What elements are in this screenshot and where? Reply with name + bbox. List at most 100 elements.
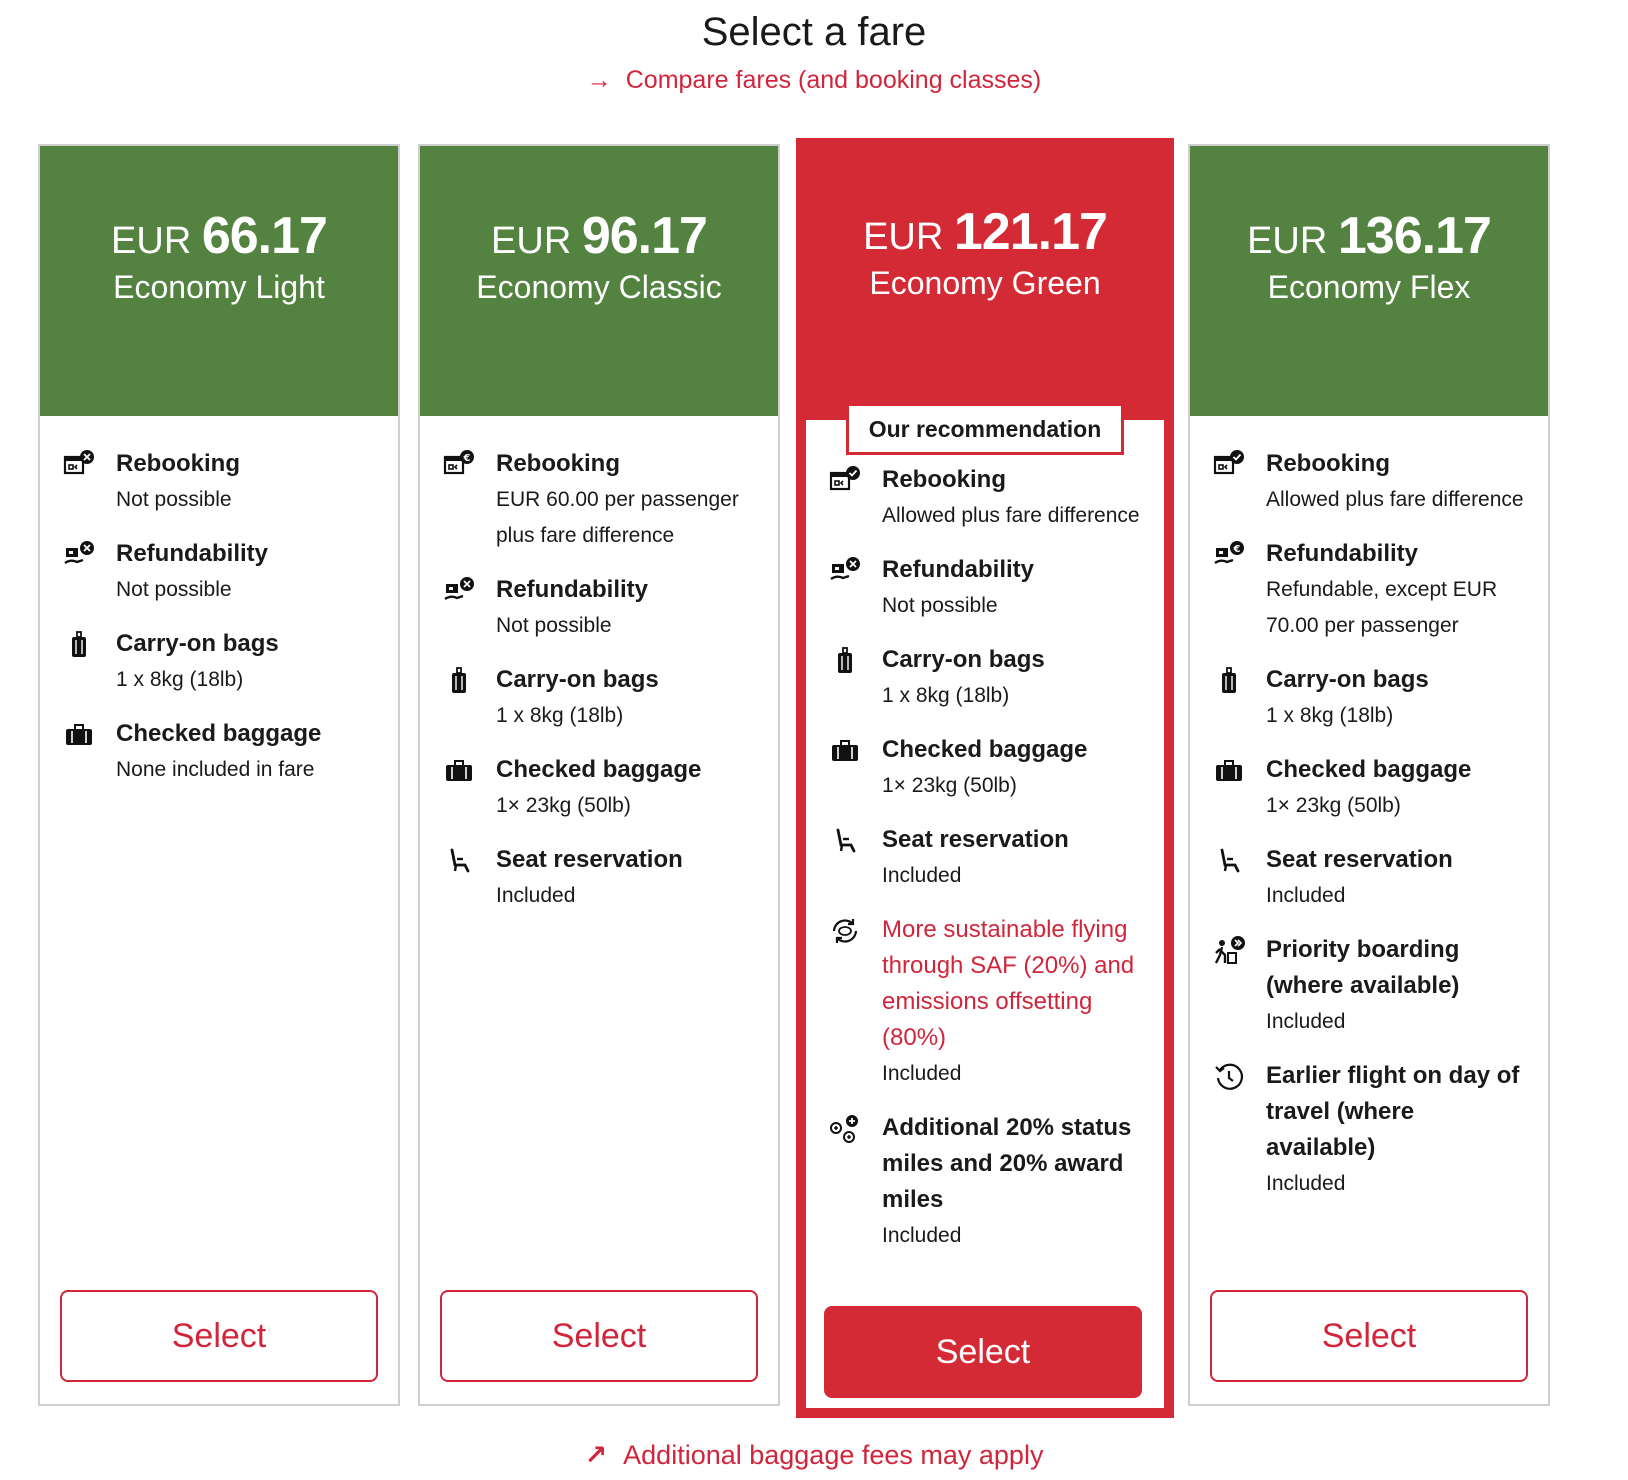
- briefcase-icon: [1212, 754, 1246, 788]
- feature-item: Carry-on bags 1 x 8kg (18lb): [828, 642, 1164, 714]
- baggage-fees-link[interactable]: ↗ Additional baggage fees may apply: [0, 1440, 1628, 1471]
- select-button[interactable]: Select: [440, 1290, 758, 1382]
- feature-item: Rebooking Not possible: [62, 446, 398, 518]
- feature-value: 1 x 8kg (18lb): [882, 684, 1010, 707]
- feature-list: Rebooking Allowed plus fare difference Ref…: [806, 420, 1164, 1254]
- compare-fares-link[interactable]: → Compare fares (and booking classes): [0, 66, 1628, 95]
- briefcase-icon: [442, 754, 476, 788]
- seat-icon: [442, 844, 476, 878]
- fare-header: EUR 136.17 Economy Flex: [1190, 146, 1548, 416]
- suitcase-icon: [442, 664, 476, 698]
- arrow-right-icon: →: [586, 66, 612, 94]
- feature-value: Included: [1266, 1010, 1346, 1033]
- feature-value: Included: [882, 1224, 962, 1247]
- feature-title: Carry-on bags: [116, 630, 279, 657]
- price-currency: EUR: [1247, 220, 1328, 262]
- refund-x-icon: [828, 554, 862, 588]
- price-currency: EUR: [863, 216, 944, 258]
- feature-item: € Refundability Refundable, except EUR 70.…: [1212, 536, 1548, 644]
- page-title: Select a fare: [701, 10, 927, 54]
- briefcase-icon: [828, 734, 862, 768]
- seat-icon: [1212, 844, 1246, 878]
- calendar-check-icon: [828, 464, 862, 498]
- feature-item: Seat reservation Included: [1212, 842, 1548, 914]
- sustainable-icon: [828, 914, 862, 948]
- feature-title: Checked baggage: [496, 756, 702, 783]
- feature-title: Seat reservation: [1266, 846, 1453, 873]
- feature-title: Refundability: [882, 556, 1035, 583]
- fare-card-economy-light: EUR 66.17 Economy Light Rebooking Not possi…: [38, 144, 400, 1406]
- calendar-check-icon: [1212, 448, 1246, 482]
- feature-item: Refundability Not possible: [442, 572, 778, 644]
- svg-text:€: €: [1233, 544, 1241, 555]
- refund-x-icon: [62, 538, 96, 572]
- fare-price: EUR 136.17: [1190, 210, 1548, 263]
- feature-title: Checked baggage: [882, 736, 1088, 763]
- feature-title: Refundability: [116, 540, 269, 567]
- feature-value: Included: [496, 884, 576, 907]
- feature-title: Rebooking: [116, 450, 240, 477]
- feature-item: Additional 20% status miles and 20% awar…: [828, 1110, 1164, 1254]
- suitcase-icon: [62, 628, 96, 662]
- feature-value: None included in fare: [116, 758, 315, 781]
- fare-card-economy-classic: EUR 96.17 Economy Classic € Rebooking EUR 60…: [418, 144, 780, 1406]
- feature-item: Refundability Not possible: [62, 536, 398, 608]
- feature-title: Additional 20% status miles and 20% awar…: [882, 1114, 1132, 1213]
- feature-item: Seat reservation Included: [828, 822, 1164, 894]
- feature-value: Not possible: [116, 578, 232, 601]
- feature-item: Checked baggage 1× 23kg (50lb): [1212, 752, 1548, 824]
- feature-item: Rebooking Allowed plus fare difference: [828, 462, 1164, 534]
- feature-title: Earlier flight on day of travel (where a…: [1266, 1062, 1520, 1161]
- arrow-up-right-icon: ↗: [584, 1440, 608, 1470]
- svg-text:€: €: [463, 453, 471, 464]
- feature-value: Included: [1266, 884, 1346, 907]
- feature-item: Seat reservation Included: [442, 842, 778, 914]
- fare-price: EUR 66.17: [40, 210, 398, 263]
- feature-value: Refundable, except EUR 70.00 per passeng…: [1266, 578, 1498, 637]
- feature-value: Allowed plus fare difference: [882, 504, 1140, 527]
- feature-item: More sustainable flying through SAF (20%…: [828, 912, 1164, 1092]
- price-currency: EUR: [491, 220, 572, 262]
- feature-item: Rebooking Allowed plus fare difference: [1212, 446, 1548, 518]
- feature-item: Checked baggage 1× 23kg (50lb): [828, 732, 1164, 804]
- feature-value: 1× 23kg (50lb): [1266, 794, 1401, 817]
- select-button[interactable]: Select: [60, 1290, 378, 1382]
- refund-euro-icon: €: [1212, 538, 1246, 572]
- select-button[interactable]: Select: [824, 1306, 1142, 1398]
- price-amount: 136.17: [1337, 207, 1492, 265]
- feature-title: Carry-on bags: [1266, 666, 1429, 693]
- select-button[interactable]: Select: [1210, 1290, 1528, 1382]
- feature-value: 1 x 8kg (18lb): [116, 668, 244, 691]
- feature-title: Checked baggage: [1266, 756, 1472, 783]
- feature-value: Allowed plus fare difference: [1266, 488, 1524, 511]
- baggage-fees-label: Additional baggage fees may apply: [623, 1440, 1044, 1470]
- feature-item: Carry-on bags 1 x 8kg (18lb): [62, 626, 398, 698]
- fare-card-economy-flex: EUR 136.17 Economy Flex Rebooking Allowed p…: [1188, 144, 1550, 1406]
- feature-title: Seat reservation: [882, 826, 1069, 853]
- feature-value: EUR 60.00 per passenger plus fare differ…: [496, 488, 739, 547]
- feature-title: Rebooking: [882, 466, 1006, 493]
- feature-item: Carry-on bags 1 x 8kg (18lb): [442, 662, 778, 734]
- feature-title: Rebooking: [1266, 450, 1390, 477]
- feature-title: Refundability: [1266, 540, 1419, 567]
- fare-card-economy-green: EUR 121.17 Economy Green Our recommendatio…: [796, 138, 1174, 1418]
- price-amount: 96.17: [581, 207, 708, 265]
- feature-title: Carry-on bags: [496, 666, 659, 693]
- suitcase-icon: [828, 644, 862, 678]
- fare-name: Economy Light: [113, 269, 325, 305]
- feature-value: Included: [1266, 1172, 1346, 1195]
- feature-value: Not possible: [882, 594, 998, 617]
- suitcase-icon: [1212, 664, 1246, 698]
- feature-item: Carry-on bags 1 x 8kg (18lb): [1212, 662, 1548, 734]
- compare-fares-label: Compare fares (and booking classes): [625, 66, 1042, 94]
- feature-item: Earlier flight on day of travel (where a…: [1212, 1058, 1548, 1202]
- briefcase-icon: [62, 718, 96, 752]
- seat-icon: [828, 824, 862, 858]
- feature-title: Refundability: [496, 576, 649, 603]
- fare-name: Economy Green: [869, 265, 1101, 301]
- feature-item: Checked baggage 1× 23kg (50lb): [442, 752, 778, 824]
- feature-title: Carry-on bags: [882, 646, 1045, 673]
- feature-title: Rebooking: [496, 450, 620, 477]
- feature-value: Included: [882, 864, 962, 887]
- feature-value: 1 x 8kg (18lb): [1266, 704, 1394, 727]
